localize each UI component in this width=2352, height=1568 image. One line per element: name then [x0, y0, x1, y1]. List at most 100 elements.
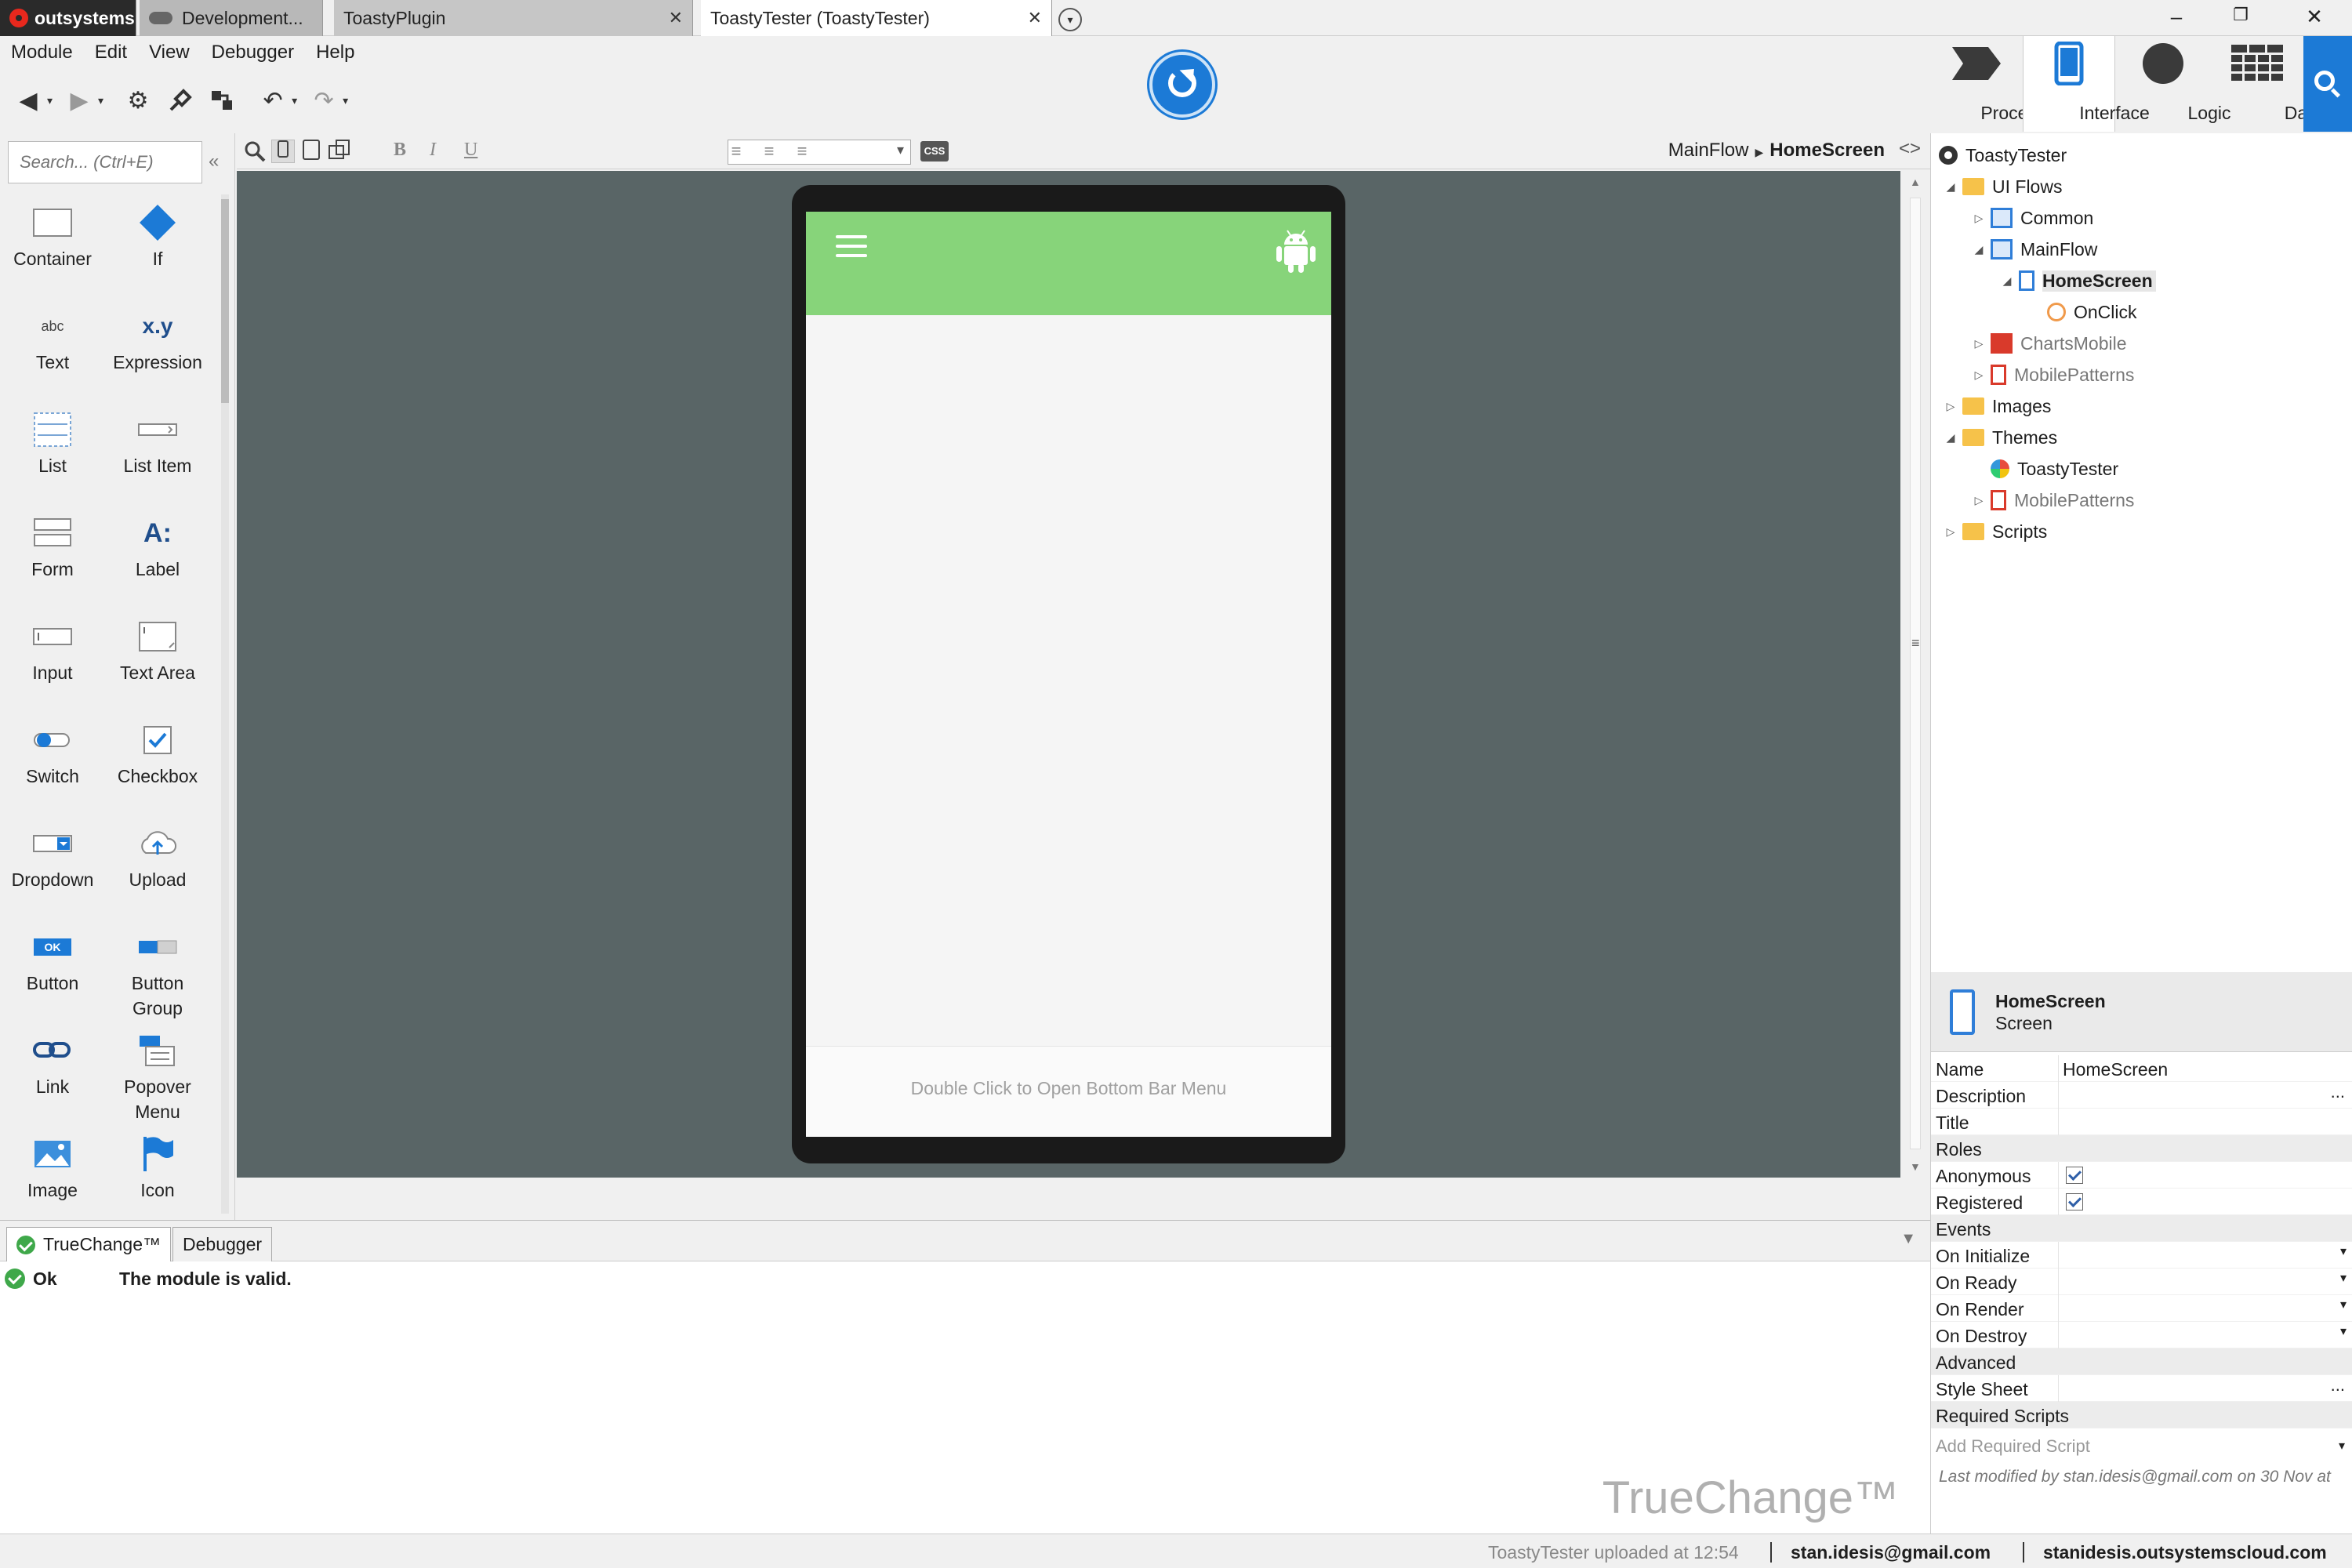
- tab-outsystems[interactable]: outsystems: [0, 0, 136, 36]
- hamburger-menu-icon[interactable]: [836, 235, 867, 259]
- expanded-arrow-icon[interactable]: ◢: [1972, 243, 1986, 256]
- widget-container[interactable]: Container: [0, 199, 105, 271]
- tree-node-scripts[interactable]: ▷ Scripts: [1944, 517, 2048, 546]
- tree-node-mainflow[interactable]: ◢ MainFlow: [1972, 235, 2097, 263]
- style-sheet-edit-button[interactable]: ...: [2331, 1375, 2345, 1396]
- panel-collapse-caret-icon[interactable]: ▼: [1900, 1230, 1916, 1248]
- tree-node-charts-mobile[interactable]: ▷ ChartsMobile: [1972, 329, 2127, 358]
- tab-toasty-tester[interactable]: ToastyTester (ToastyTester) ✕: [701, 0, 1052, 36]
- widget-popover-menu[interactable]: Popover Menu: [105, 1027, 210, 1124]
- breadcrumb-mainflow[interactable]: MainFlow: [1668, 140, 1749, 161]
- tab-truechange[interactable]: TrueChange™: [6, 1227, 172, 1261]
- collapsed-arrow-icon[interactable]: ▷: [1972, 212, 1986, 225]
- add-required-script-dropdown-icon[interactable]: ▾: [2339, 1438, 2345, 1454]
- prop-on-render[interactable]: On Render ▾: [1931, 1295, 2352, 1322]
- status-server[interactable]: stanidesis.outsystemscloud.com: [2043, 1542, 2327, 1563]
- menu-debugger[interactable]: Debugger: [201, 42, 305, 64]
- on-initialize-dropdown-icon[interactable]: ▾: [2340, 1243, 2347, 1259]
- undo-icon[interactable]: ↶: [257, 85, 289, 116]
- expanded-arrow-icon[interactable]: ◢: [1944, 180, 1958, 194]
- tab-toasty-tester-close-icon[interactable]: ✕: [1028, 8, 1042, 28]
- scroll-down-icon[interactable]: ▼: [1910, 1160, 1921, 1173]
- forward-icon[interactable]: ▶: [64, 85, 95, 116]
- tablet-preview-icon[interactable]: [299, 140, 323, 163]
- settings-gear-icon[interactable]: ⚙: [122, 85, 154, 116]
- forward-history-caret-icon[interactable]: ▾: [98, 94, 103, 107]
- back-history-caret-icon[interactable]: ▾: [47, 94, 53, 107]
- widget-text[interactable]: abc Text: [0, 303, 105, 375]
- manage-dependencies-icon[interactable]: [165, 85, 196, 116]
- tree-node-onclick[interactable]: OnClick: [2047, 298, 2137, 326]
- prop-description[interactable]: Description ...: [1931, 1082, 2352, 1109]
- expanded-arrow-icon[interactable]: ◢: [2000, 274, 2014, 288]
- italic-button[interactable]: I: [430, 140, 436, 161]
- widget-checkbox[interactable]: Checkbox: [105, 717, 210, 789]
- redo-icon[interactable]: ↷: [308, 85, 339, 116]
- prop-on-ready[interactable]: On Ready ▾: [1931, 1269, 2352, 1295]
- canvas-vertical-scrollbar[interactable]: ▲ ≡ ▼: [1900, 171, 1930, 1178]
- restore-button[interactable]: ❐: [2217, 5, 2264, 31]
- expanded-arrow-icon[interactable]: ◢: [1944, 431, 1958, 445]
- tree-node-root[interactable]: ToastyTester: [1939, 141, 2067, 169]
- publish-button[interactable]: [1149, 52, 1215, 118]
- collapsed-arrow-icon[interactable]: ▷: [1972, 494, 1986, 507]
- widget-button-group[interactable]: Button Group: [105, 924, 210, 1021]
- on-destroy-dropdown-icon[interactable]: ▾: [2340, 1323, 2347, 1339]
- tab-toasty-plugin[interactable]: ToastyPlugin ✕: [334, 0, 693, 36]
- widget-label[interactable]: A: Label: [105, 510, 210, 582]
- widget-if[interactable]: If: [105, 199, 210, 271]
- prop-registered[interactable]: Registered: [1931, 1189, 2352, 1215]
- bold-button[interactable]: B: [394, 140, 406, 161]
- collapsed-arrow-icon[interactable]: ▷: [1944, 400, 1958, 413]
- align-left-icon[interactable]: ≡: [726, 141, 746, 161]
- widget-dropdown[interactable]: Dropdown: [0, 820, 105, 892]
- widget-text-area[interactable]: Text Area: [105, 613, 210, 685]
- widget-image[interactable]: Image: [0, 1131, 105, 1203]
- prop-anonymous[interactable]: Anonymous: [1931, 1162, 2352, 1189]
- css-button[interactable]: CSS: [920, 141, 949, 162]
- orientation-toggle-icon[interactable]: [328, 140, 351, 163]
- tree-node-ui-flows[interactable]: ◢ UI Flows: [1944, 172, 2063, 201]
- undo-caret-icon[interactable]: ▾: [292, 94, 297, 107]
- tree-node-common[interactable]: ▷ Common: [1972, 204, 2093, 232]
- widget-expression[interactable]: x.y Expression: [105, 303, 210, 375]
- menu-view[interactable]: View: [138, 42, 201, 64]
- anonymous-checkbox[interactable]: [2066, 1167, 2083, 1184]
- prop-style-sheet[interactable]: Style Sheet ...: [1931, 1375, 2352, 1402]
- tree-node-theme-toasty-tester[interactable]: ToastyTester: [1991, 455, 2118, 483]
- on-ready-dropdown-icon[interactable]: ▾: [2340, 1270, 2347, 1286]
- widget-input[interactable]: Input: [0, 613, 105, 685]
- tree-node-themes[interactable]: ◢ Themes: [1944, 423, 2057, 452]
- align-center-icon[interactable]: ≡: [759, 141, 779, 161]
- status-user[interactable]: stan.idesis@gmail.com: [1791, 1542, 1991, 1563]
- tree-node-mobile-patterns[interactable]: ▷ MobilePatterns: [1972, 361, 2134, 389]
- tab-development[interactable]: Development...: [140, 0, 323, 36]
- registered-checkbox[interactable]: [2066, 1193, 2083, 1210]
- tree-node-theme-mobile-patterns[interactable]: ▷ MobilePatterns: [1972, 486, 2134, 514]
- toggle-code-view-icon[interactable]: <>: [1899, 138, 1921, 160]
- scroll-up-icon[interactable]: ▲: [1910, 176, 1921, 188]
- menu-edit[interactable]: Edit: [84, 42, 138, 64]
- extensions-plug-icon[interactable]: [207, 85, 238, 116]
- tab-list-dropdown-icon[interactable]: ▾: [1058, 8, 1082, 31]
- toolbox-scrollbar-thumb[interactable]: [221, 199, 229, 403]
- widget-icon[interactable]: Icon: [105, 1131, 210, 1203]
- prop-name[interactable]: Name HomeScreen: [1931, 1055, 2352, 1082]
- toolbox-search-input[interactable]: [8, 141, 202, 183]
- preview-zoom-icon[interactable]: [243, 140, 267, 163]
- widget-list-item[interactable]: List Item: [105, 406, 210, 478]
- nav-processes-tab[interactable]: Processes: [1930, 36, 2065, 132]
- app-header[interactable]: [806, 212, 1331, 315]
- message-row[interactable]: Ok The module is valid.: [0, 1265, 1930, 1293]
- widget-link[interactable]: Link: [0, 1027, 105, 1099]
- align-right-icon[interactable]: ≡: [792, 141, 812, 161]
- close-window-button[interactable]: ✕: [2291, 5, 2338, 31]
- minimize-button[interactable]: –: [2153, 5, 2200, 31]
- widget-list[interactable]: List: [0, 406, 105, 478]
- toolbox-scrollbar[interactable]: [221, 194, 229, 1214]
- widget-upload[interactable]: Upload: [105, 820, 210, 892]
- nav-interface-tab[interactable]: Interface: [2023, 36, 2150, 132]
- global-search-button[interactable]: [2303, 36, 2352, 132]
- nav-logic-tab[interactable]: Logic: [2117, 36, 2230, 132]
- tab-debugger[interactable]: Debugger: [172, 1227, 273, 1261]
